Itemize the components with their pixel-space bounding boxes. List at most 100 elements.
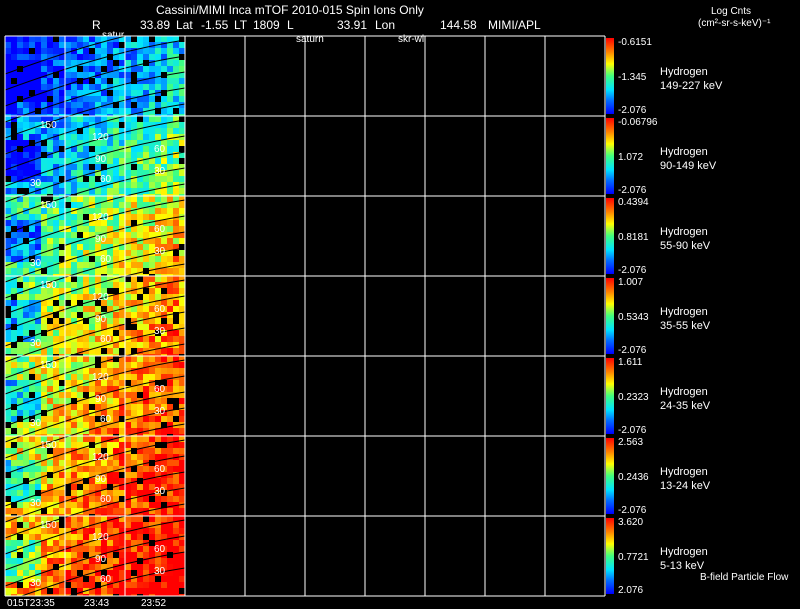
heatmap-cell	[131, 244, 137, 250]
heatmap-cell	[119, 250, 125, 256]
contour-label: 150	[40, 520, 57, 531]
heatmap-cell	[5, 478, 11, 484]
heatmap-cell	[125, 356, 131, 362]
heatmap-cell	[179, 108, 185, 114]
heatmap-cell	[131, 152, 137, 158]
heatmap-cell	[149, 214, 155, 220]
heatmap-cell	[149, 348, 155, 354]
heatmap-cell	[137, 502, 143, 508]
heatmap-cell	[173, 306, 179, 312]
heatmap-cell	[29, 356, 35, 362]
heatmap-cell	[35, 96, 41, 102]
heatmap-cell	[119, 318, 125, 324]
heatmap-cell	[101, 48, 107, 54]
heatmap-cell	[23, 244, 29, 250]
heatmap-cell	[119, 108, 125, 114]
heatmap-cell	[149, 516, 155, 522]
heatmap-cell	[113, 330, 119, 336]
heatmap-cell	[77, 330, 83, 336]
heatmap-cell	[77, 282, 83, 288]
heatmap-cell	[161, 516, 167, 522]
heatmap-cell	[137, 356, 143, 362]
heatmap-cell	[107, 96, 113, 102]
heatmap-cell	[131, 582, 137, 588]
contour-label: 90	[95, 474, 107, 485]
heatmap-cell	[143, 528, 149, 534]
heatmap-cell	[71, 116, 77, 122]
heatmap-cell	[77, 410, 83, 416]
heatmap-cell	[101, 588, 107, 594]
heatmap-cell	[179, 398, 185, 404]
heatmap-cell	[131, 422, 137, 428]
heatmap-cell	[119, 582, 125, 588]
heatmap-cell	[95, 348, 101, 354]
heatmap-cell	[113, 588, 119, 594]
heatmap-cell	[149, 268, 155, 274]
heatmap-cell	[83, 576, 89, 582]
heatmap-cell	[71, 244, 77, 250]
heatmap-cell	[125, 348, 131, 354]
heatmap-cell	[119, 342, 125, 348]
heatmap-cell	[65, 472, 71, 478]
heatmap-cell	[41, 306, 47, 312]
heatmap-cell	[23, 48, 29, 54]
heatmap-cell	[167, 300, 173, 306]
heatmap-cell	[83, 534, 89, 540]
heatmap-cell	[41, 386, 47, 392]
heatmap-cell	[137, 404, 143, 410]
heatmap-cell	[143, 36, 149, 42]
heatmap-cell	[119, 454, 125, 460]
heatmap-cell	[83, 208, 89, 214]
heatmap-cell	[137, 472, 143, 478]
heatmap-cell	[77, 374, 83, 380]
heatmap-cell	[149, 90, 155, 96]
heatmap-cell	[125, 300, 131, 306]
heatmap-cell	[95, 276, 101, 282]
heatmap-cell	[71, 356, 77, 362]
heatmap-cell	[173, 78, 179, 84]
colorbar-mid-label: 0.8181	[618, 232, 649, 243]
heatmap-cell	[59, 232, 65, 238]
contour-label: 60	[100, 254, 112, 265]
heatmap-cell	[155, 558, 161, 564]
heatmap-cell	[149, 96, 155, 102]
heatmap-cell	[125, 516, 131, 522]
colorbar-min-label: -2.076	[618, 265, 647, 276]
heatmap-cell	[53, 336, 59, 342]
heatmap-cell	[11, 576, 17, 582]
heatmap-cell	[179, 188, 185, 194]
heatmap-cell	[125, 380, 131, 386]
heatmap-cell	[143, 54, 149, 60]
heatmap-cell	[167, 324, 173, 330]
colorbar-mid-label: 0.7721	[618, 552, 649, 563]
heatmap-cell	[59, 460, 65, 466]
heatmap-cell	[131, 552, 137, 558]
heatmap-cell	[131, 342, 137, 348]
heatmap-cell	[47, 306, 53, 312]
heatmap-cell	[65, 582, 71, 588]
heatmap-cell	[137, 196, 143, 202]
heatmap-cell	[119, 410, 125, 416]
heatmap-cell	[17, 60, 23, 66]
heatmap-cell	[29, 386, 35, 392]
heatmap-cell	[47, 188, 53, 194]
heatmap-cell	[65, 188, 71, 194]
heatmap-cell	[77, 294, 83, 300]
heatmap-cell	[47, 336, 53, 342]
heatmap-cell	[11, 570, 17, 576]
heatmap-cell	[29, 552, 35, 558]
heatmap-cell	[107, 362, 113, 368]
heatmap-cell	[65, 262, 71, 268]
heatmap-cell	[149, 60, 155, 66]
heatmap-cell	[149, 42, 155, 48]
heatmap-cell	[11, 428, 17, 434]
heatmap-cell	[101, 442, 107, 448]
heatmap-cell	[11, 312, 17, 318]
heatmap-cell	[71, 84, 77, 90]
heatmap-cell	[95, 66, 101, 72]
heatmap-cell	[131, 576, 137, 582]
heatmap-cell	[143, 392, 149, 398]
heatmap-cell	[53, 48, 59, 54]
heatmap-cell	[89, 422, 95, 428]
heatmap-cell	[113, 288, 119, 294]
